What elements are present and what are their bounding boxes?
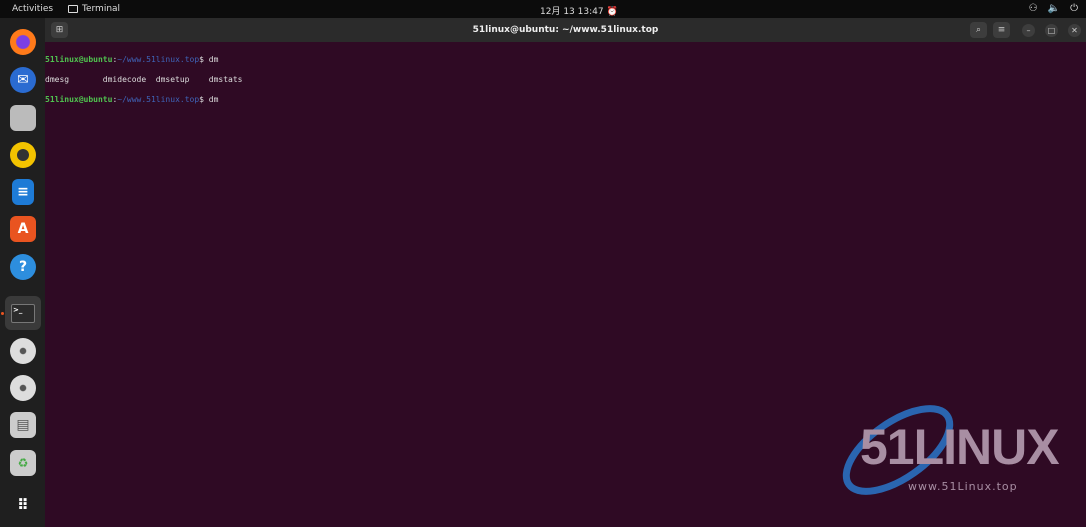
dock-libreoffice-writer[interactable]: ≡ [12, 179, 34, 205]
terminal-icon [68, 5, 78, 13]
watermark-brand: 51LINUX [860, 419, 1060, 475]
window-title: 51linux@ubuntu: ~/www.51linux.top [472, 25, 659, 35]
app-menu[interactable]: Terminal [68, 4, 120, 14]
terminal-icon: >_ [11, 303, 35, 323]
maximize-button[interactable]: □ [1045, 24, 1058, 37]
volume-icon: 🔈 [1047, 3, 1061, 14]
clock[interactable]: 12月 13 13:47 ⏰ [540, 4, 618, 17]
power-icon: ⏻ [1070, 3, 1078, 14]
prompt-line: 51linux@ubuntu:~/www.51linux.top$ dm [45, 55, 219, 64]
dock-firefox[interactable] [10, 29, 36, 55]
app-menu-label: Terminal [82, 4, 121, 14]
close-button[interactable]: ✕ [1068, 24, 1081, 37]
minimize-button[interactable]: – [1022, 24, 1035, 37]
menu-button[interactable]: ≡ [993, 22, 1010, 38]
dock-software[interactable]: A [10, 216, 36, 242]
top-bar: Activities Terminal 12月 13 13:47 ⏰ ⚇ 🔈 ⏻ [0, 0, 1086, 18]
dock-show-apps[interactable]: ⠿ [10, 492, 36, 518]
search-button[interactable]: ⌕ [970, 22, 987, 38]
terminal-output[interactable]: 51linux@ubuntu:~/www.51linux.top$ dm dme… [45, 42, 1086, 125]
watermark-url: www.51Linux.top [908, 480, 1018, 493]
dock-terminal[interactable]: >_ [5, 296, 41, 330]
system-tray[interactable]: ⚇ 🔈 ⏻ [1029, 3, 1078, 14]
dock-cd-drive-1[interactable] [10, 338, 36, 364]
network-icon: ⚇ [1028, 3, 1038, 14]
dock-save-disk[interactable]: ▤ [10, 412, 36, 438]
watermark-logo: 51LINUX www.51Linux.top [828, 400, 1078, 500]
dock-rhythmbox[interactable] [10, 142, 36, 168]
dock-files[interactable] [10, 105, 36, 131]
dock-thunderbird[interactable]: ✉ [10, 67, 36, 93]
running-indicator [1, 312, 4, 315]
dock-cd-drive-2[interactable] [10, 375, 36, 401]
terminal-header: ⊞ 51linux@ubuntu: ~/www.51linux.top ⌕ ≡ … [45, 18, 1086, 42]
clock-label: 12月 13 13:47 [540, 7, 604, 17]
dock-help[interactable]: ? [10, 254, 36, 280]
dock-trash[interactable]: ♻ [10, 450, 36, 476]
activities-button[interactable]: Activities [12, 4, 53, 14]
completion-output: dmesg dmidecode dmsetup dmstats [45, 75, 243, 84]
dock: ✉ ≡ A ? >_ ▤ ♻ ⠿ [0, 18, 45, 527]
prompt-line: 51linux@ubuntu:~/www.51linux.top$ dm [45, 95, 219, 104]
alarm-icon: ⏰ [606, 7, 618, 17]
